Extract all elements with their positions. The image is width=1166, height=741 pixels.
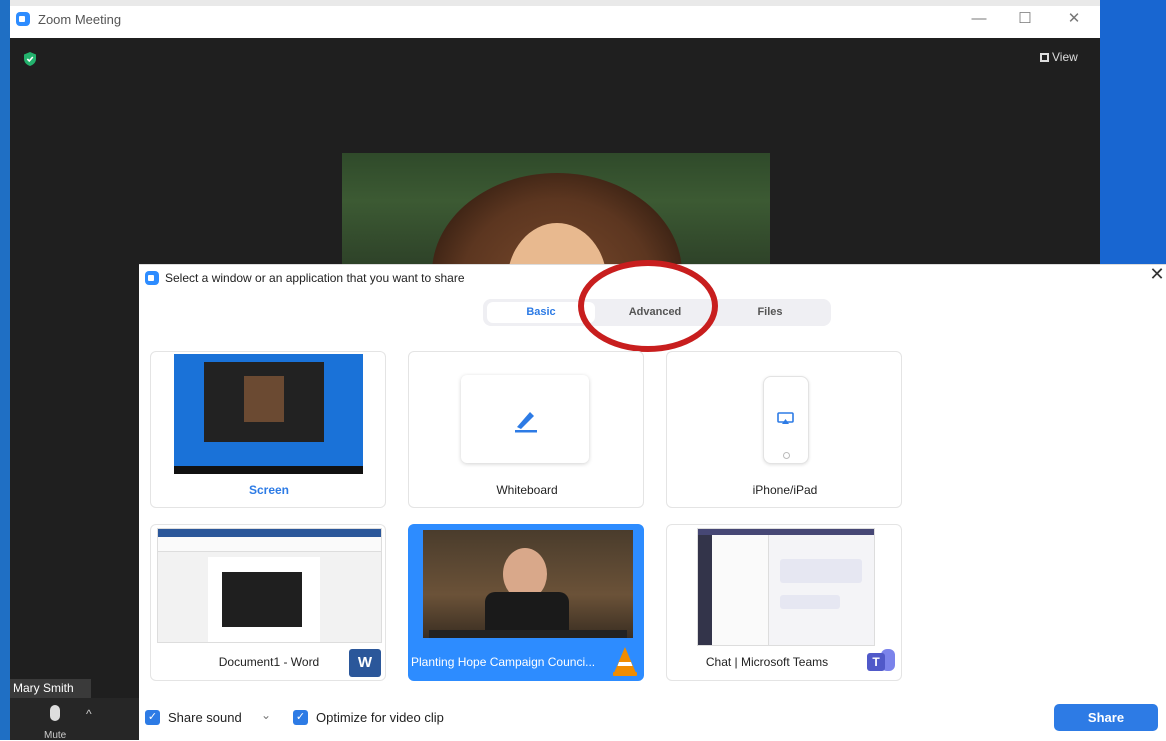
word-thumbnail — [157, 528, 382, 643]
highlight-circle-annotation — [578, 260, 718, 352]
window-title: Zoom Meeting — [38, 12, 122, 27]
whiteboard-thumbnail — [461, 375, 589, 463]
teams-thumb-chatlist — [712, 535, 769, 645]
zoom-share-logo-icon — [145, 271, 159, 285]
phone-thumbnail — [763, 376, 809, 464]
dialog-title: Select a window or an application that y… — [165, 271, 465, 285]
desktop-edge-left — [0, 0, 10, 740]
word-icon: W — [349, 649, 381, 677]
share-item-vlc-video[interactable]: Planting Hope Campaign Counci... — [408, 524, 644, 681]
iphone-ipad-label: iPhone/iPad — [752, 483, 818, 497]
teams-thumb-message-2 — [780, 595, 840, 609]
screen-thumb-window — [204, 362, 324, 442]
screen-thumb-taskbar — [174, 466, 363, 474]
zoom-logo-icon — [16, 12, 30, 26]
vlc-thumbnail — [423, 530, 633, 638]
share-item-iphone-ipad[interactable]: iPhone/iPad — [666, 351, 902, 508]
dialog-close-icon[interactable]: ✕ — [1149, 264, 1165, 285]
grid-icon — [1040, 53, 1049, 62]
pen-icon — [515, 412, 537, 433]
screen-thumb-face — [244, 376, 284, 422]
optimize-video-checkbox[interactable]: ✓ — [293, 710, 308, 725]
word-thumb-page — [208, 557, 320, 642]
meeting-controls-bar — [10, 698, 140, 740]
vlc-label: Planting Hope Campaign Counci... — [411, 655, 596, 669]
teams-icon: T — [865, 647, 897, 675]
share-sound-checkbox[interactable]: ✓ — [145, 710, 160, 725]
teams-icon-front: T — [867, 653, 885, 671]
teams-thumb-message — [780, 559, 862, 583]
share-sound-dropdown-icon[interactable]: ⌄ — [261, 708, 271, 722]
phone-home-button — [783, 452, 790, 459]
maximize-button[interactable]: ☐ — [1012, 8, 1038, 30]
view-button-label: View — [1052, 50, 1078, 64]
mute-label[interactable]: Mute — [44, 730, 66, 741]
vlc-icon — [613, 647, 637, 676]
participant-name-tag: Mary Smith — [10, 679, 91, 698]
optimize-video-label[interactable]: Optimize for video clip — [316, 710, 444, 725]
whiteboard-label: Whiteboard — [496, 483, 558, 497]
minimize-button[interactable]: — — [966, 8, 992, 30]
share-item-screen[interactable]: Screen — [150, 351, 386, 508]
teams-thumbnail — [697, 528, 875, 646]
screen-label: Screen — [248, 483, 290, 497]
screen-thumbnail — [174, 354, 363, 474]
airplay-icon — [777, 412, 794, 424]
security-shield-icon[interactable] — [24, 52, 36, 66]
vlc-thumb-controls — [429, 630, 627, 638]
microphone-icon[interactable] — [50, 705, 60, 721]
share-sound-label[interactable]: Share sound — [168, 710, 242, 725]
word-thumb-ribbon — [158, 529, 381, 537]
tab-files[interactable]: Files — [715, 302, 825, 323]
desktop-edge-right — [1100, 0, 1166, 265]
participant-video — [342, 153, 770, 273]
teams-thumb-rail — [698, 535, 712, 645]
word-thumb-image — [222, 572, 302, 627]
close-window-button[interactable]: ✕ — [1061, 8, 1087, 30]
title-bar — [10, 6, 1100, 38]
share-item-whiteboard[interactable]: Whiteboard — [408, 351, 644, 508]
word-thumb-toolbar — [158, 537, 381, 552]
view-button[interactable]: View — [1040, 50, 1078, 64]
share-button[interactable]: Share — [1054, 704, 1158, 731]
teams-label: Chat | Microsoft Teams — [705, 655, 829, 669]
audio-options-caret-icon[interactable]: ^ — [86, 707, 92, 721]
share-item-teams[interactable]: Chat | Microsoft Teams T — [666, 524, 902, 681]
share-item-word[interactable]: Document1 - Word W — [150, 524, 386, 681]
